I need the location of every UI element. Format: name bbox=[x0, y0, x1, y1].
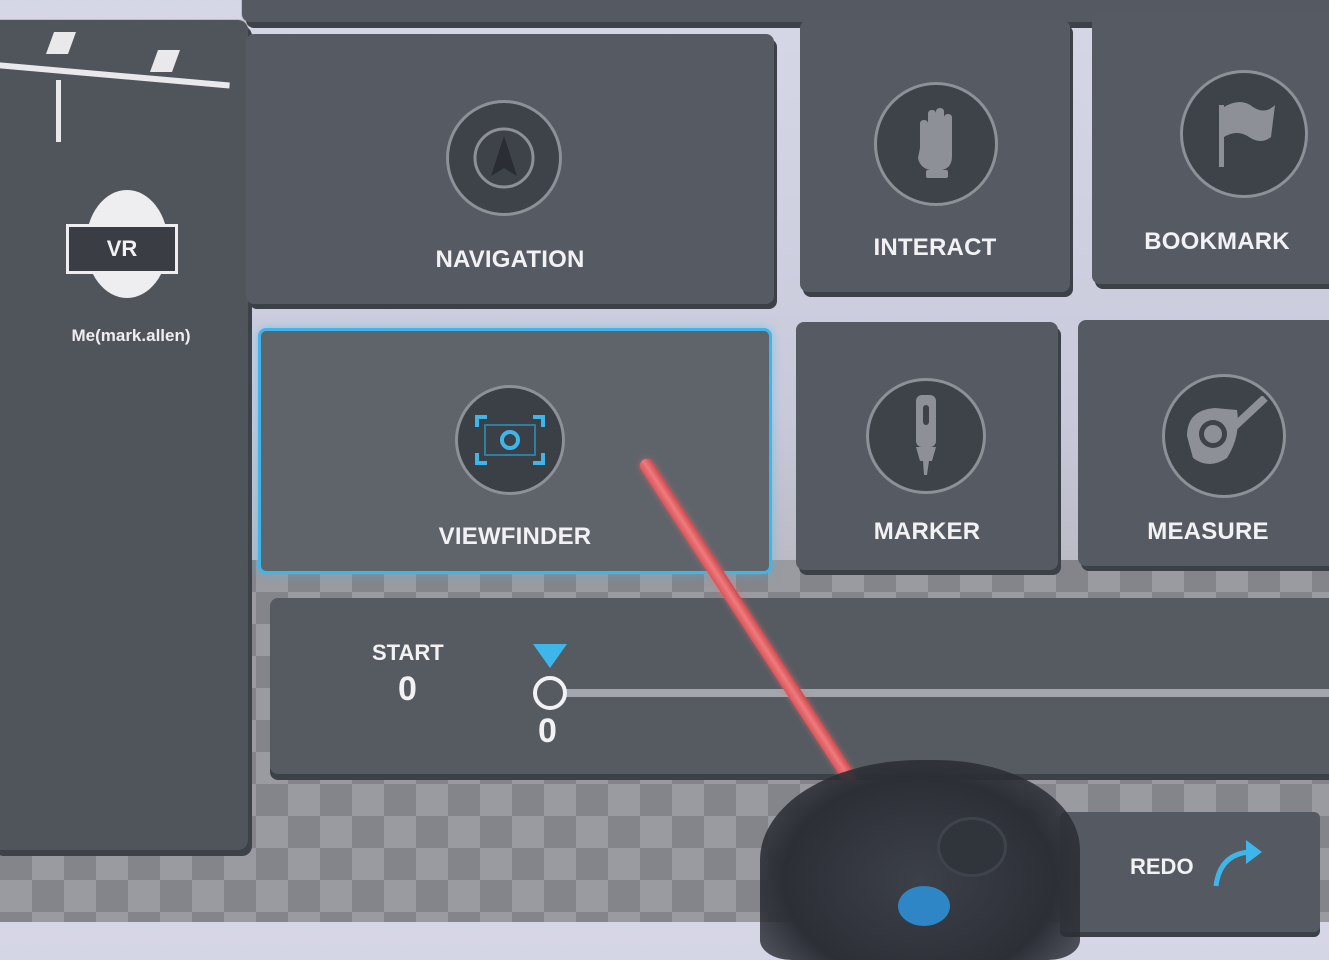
tool-label-interact: INTERACT bbox=[873, 234, 997, 261]
bookmark-icon-circle bbox=[1180, 70, 1308, 198]
measure-icon-circle bbox=[1162, 374, 1286, 498]
navigation-arrow-icon bbox=[473, 127, 535, 189]
hand-icon bbox=[918, 108, 952, 178]
timeline-track[interactable] bbox=[550, 689, 1329, 697]
marker-pen-icon bbox=[916, 395, 936, 475]
current-time-value: 0 bbox=[538, 712, 557, 750]
navigation-icon-circle bbox=[446, 100, 562, 216]
vr-avatar[interactable]: VR bbox=[66, 190, 178, 298]
controller-menu-icon bbox=[898, 886, 950, 926]
tape-measure-icon bbox=[1187, 396, 1268, 464]
start-label: START bbox=[372, 640, 444, 665]
timeline-panel: START 0 0 bbox=[270, 598, 1329, 774]
clapper-stripe bbox=[0, 61, 230, 89]
redo-button[interactable]: REDO bbox=[1060, 812, 1320, 932]
tool-tile-interact[interactable]: INTERACT bbox=[800, 20, 1070, 292]
vr-controller bbox=[760, 760, 1080, 960]
vr-badge-text: VR bbox=[106, 236, 138, 261]
vr-badge: VR bbox=[66, 224, 178, 274]
tool-label-navigation: NAVIGATION bbox=[435, 246, 585, 273]
playhead-marker-icon bbox=[533, 644, 567, 668]
tool-tile-navigation[interactable]: NAVIGATION bbox=[246, 34, 774, 304]
redo-label: REDO bbox=[1130, 854, 1194, 879]
tool-tile-marker[interactable]: MARKER bbox=[796, 322, 1058, 570]
tool-label-bookmark: BOOKMARK bbox=[1144, 228, 1290, 255]
tool-label-measure: MEASURE bbox=[1147, 518, 1269, 545]
interact-icon-circle bbox=[874, 82, 998, 206]
viewfinder-icon bbox=[475, 415, 545, 465]
user-panel: VR Me(mark.allen) bbox=[0, 20, 248, 850]
clapper-tick bbox=[56, 80, 61, 142]
clapper-tab bbox=[149, 50, 181, 72]
tool-tile-bookmark[interactable]: BOOKMARK bbox=[1092, 10, 1329, 284]
marker-icon-circle bbox=[866, 378, 986, 494]
start-value: 0 bbox=[398, 670, 417, 708]
controller-thumbstick bbox=[940, 820, 1004, 874]
viewfinder-icon-circle bbox=[455, 385, 565, 495]
timeline-scrubber-handle[interactable] bbox=[533, 676, 567, 710]
tool-tile-measure[interactable]: MEASURE bbox=[1078, 320, 1329, 566]
redo-arrow-icon bbox=[1213, 840, 1262, 887]
flag-icon bbox=[1219, 102, 1275, 167]
tool-label-marker: MARKER bbox=[873, 518, 981, 545]
clapper-tab bbox=[45, 32, 77, 54]
user-name: Me(mark.allen) bbox=[71, 326, 191, 345]
